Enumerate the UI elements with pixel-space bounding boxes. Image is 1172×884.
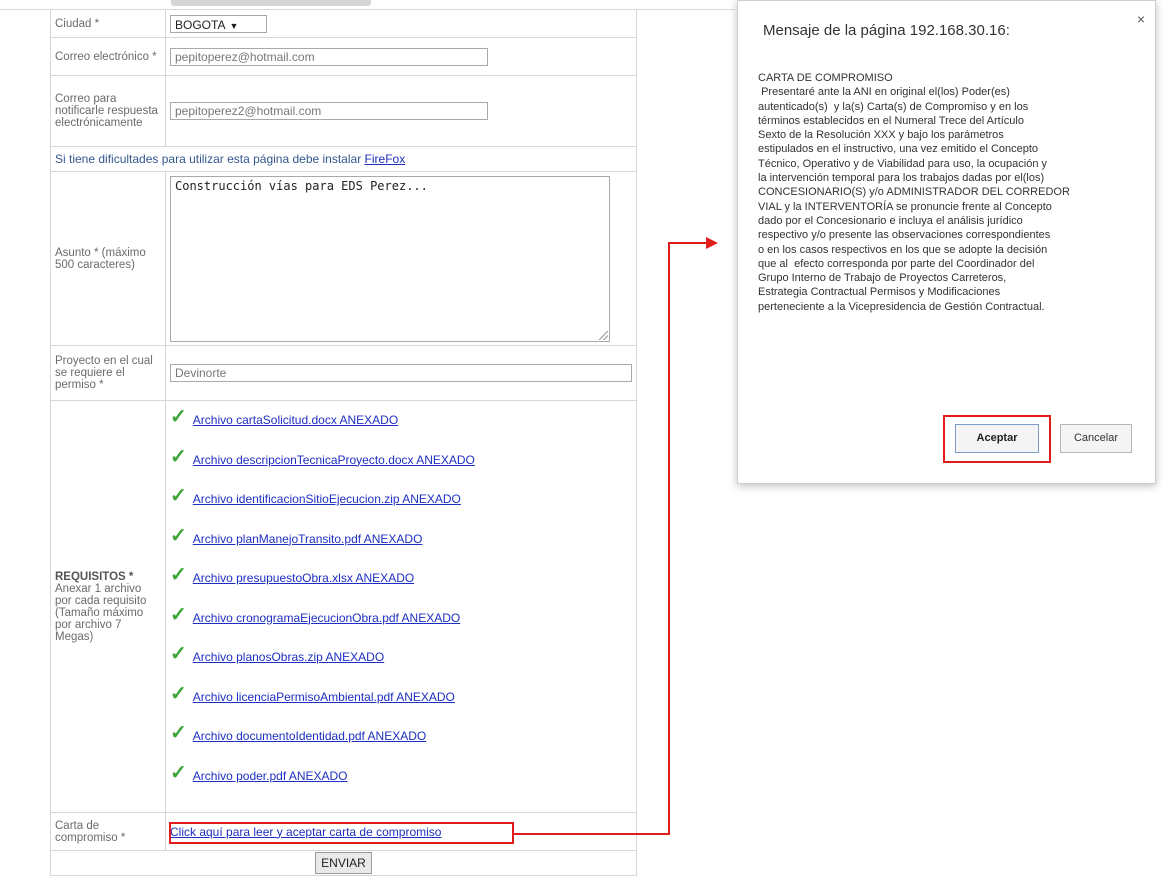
ciudad-select[interactable]: BOGOTA ▼ — [170, 14, 267, 33]
attached-file-link[interactable]: Archivo cartaSolicitud.docx ANEXADO — [193, 411, 398, 429]
dialog-title: Mensaje de la página 192.168.30.16: — [763, 22, 1010, 39]
attached-file-link[interactable]: Archivo presupuestoObra.xlsx ANEXADO — [193, 569, 414, 587]
attached-file-link[interactable]: Archivo poder.pdf ANEXADO — [193, 767, 348, 785]
attached-file-item: ✓ Archivo presupuestoObra.xlsx ANEXADO — [170, 564, 632, 607]
attached-file-item: ✓ Archivo licenciaPermisoAmbiental.pdf AN… — [170, 682, 632, 726]
row-help: Si tiene dificultades para utilizar esta… — [50, 146, 637, 172]
attached-file-item: ✓ Archivo planManejoTransito.pdf ANEXADO — [170, 524, 632, 568]
accept-button[interactable]: Aceptar — [955, 424, 1039, 453]
resize-grip-icon[interactable] — [599, 330, 608, 340]
email-field[interactable] — [170, 47, 488, 66]
row-asunto: Asunto * (máximo 500 caracteres) Constru… — [50, 171, 637, 346]
checkmark-icon: ✓ — [170, 603, 187, 626]
correo-label: Correo electrónico * — [50, 37, 166, 76]
arrow-right-icon — [706, 237, 718, 249]
proyecto-label: Proyecto en el cual se requiere el permi… — [50, 345, 166, 401]
ciudad-select-value: BOGOTA — [175, 17, 226, 32]
cancel-button[interactable]: Cancelar — [1060, 424, 1132, 453]
help-text: Si tiene dificultades para utilizar esta… — [55, 152, 362, 166]
attached-file-item: ✓ Archivo documentoIdentidad.pdf ANEXADO — [170, 722, 632, 765]
requisitos-label: REQUISITOS * Anexar 1 archivo por cada r… — [50, 400, 166, 813]
asunto-label: Asunto * (máximo 500 caracteres) — [50, 171, 166, 346]
close-icon[interactable]: × — [1137, 11, 1145, 27]
attached-file-link[interactable]: Archivo documentoIdentidad.pdf ANEXADO — [193, 727, 426, 745]
ciudad-label: Ciudad * — [50, 9, 166, 38]
attached-file-link[interactable]: Archivo planosObras.zip ANEXADO — [193, 648, 384, 666]
checkmark-icon: ✓ — [170, 643, 187, 665]
checkmark-icon: ✓ — [170, 564, 187, 586]
checkmark-icon: ✓ — [170, 485, 187, 507]
correo-notificar-label: Correo para notificarle respuesta electr… — [50, 75, 166, 147]
attached-file-item: ✓ Archivo descripcionTecnicaProyecto.docx… — [170, 445, 632, 489]
connector-line-top — [668, 242, 708, 244]
checkmark-icon: ✓ — [170, 445, 187, 468]
permit-request-form: Ciudad * BOGOTA▼ Correo electrónico * Co… — [50, 9, 637, 876]
carta-label: Carta de compromiso * — [50, 812, 166, 851]
dialog-message: CARTA DE COMPROMISO Presentaré ante la A… — [758, 72, 1070, 313]
checkmark-icon: ✓ — [170, 682, 187, 705]
attached-file-link[interactable]: Archivo descripcionTecnicaProyecto.docx … — [193, 451, 475, 469]
attached-file-item: ✓ Archivo identificacionSitioEjecucion.zi… — [170, 485, 632, 528]
carta-highlight-box — [169, 822, 514, 844]
asunto-textarea[interactable]: Construcción vías para EDS Perez... — [170, 175, 610, 342]
requisitos-title: REQUISITOS * — [55, 570, 134, 583]
connector-line-horizontal — [514, 833, 669, 835]
attached-files-list: ✓ Archivo cartaSolicitud.docx ANEXADO ✓ Arc… — [165, 400, 637, 813]
requisitos-description: Anexar 1 archivo por cada requisito (Tam… — [55, 582, 147, 643]
row-ciudad: Ciudad * BOGOTA ▼ — [50, 9, 637, 38]
attached-file-item: ✓ Archivo planosObras.zip ANEXADO — [170, 643, 632, 686]
checkmark-icon: ✓ — [170, 524, 187, 547]
firefox-link[interactable]: FireFox — [365, 152, 406, 166]
enviar-button[interactable]: ENVIAR — [315, 852, 372, 874]
attached-file-item: ✓ Archivo cartaSolicitud.docx ANEXADO — [170, 406, 632, 449]
checkmark-icon: ✓ — [170, 722, 187, 744]
row-requisitos: REQUISITOS * Anexar 1 archivo por cada r… — [50, 400, 637, 813]
checkmark-icon: ✓ — [170, 761, 187, 784]
alert-dialog: Mensaje de la página 192.168.30.16: × CA… — [737, 0, 1156, 484]
row-correo: Correo electrónico * — [50, 37, 637, 76]
attached-file-link[interactable]: Archivo licenciaPermisoAmbiental.pdf ANE… — [193, 688, 455, 706]
chevron-down-icon: ▼ — [229, 20, 239, 31]
connector-line-vertical — [668, 242, 670, 835]
attached-file-item: ✓ Archivo cronogramaEjecucionObra.pdf ANE… — [170, 603, 632, 647]
row-correo-notificar: Correo para notificarle respuesta electr… — [50, 75, 637, 147]
notification-email-field[interactable] — [170, 102, 488, 120]
top-scroll-nub — [171, 0, 371, 6]
attached-file-link[interactable]: Archivo planManejoTransito.pdf ANEXADO — [193, 530, 423, 548]
attached-file-item: ✓ Archivo poder.pdf ANEXADO — [170, 761, 632, 805]
row-submit: ENVIAR — [50, 850, 637, 876]
attached-file-link[interactable]: Archivo identificacionSitioEjecucion.zip… — [193, 490, 461, 508]
attached-file-link[interactable]: Archivo cronogramaEjecucionObra.pdf ANEX… — [193, 609, 460, 627]
proyecto-field[interactable] — [170, 364, 632, 382]
row-proyecto: Proyecto en el cual se requiere el permi… — [50, 345, 637, 401]
checkmark-icon: ✓ — [170, 406, 187, 428]
